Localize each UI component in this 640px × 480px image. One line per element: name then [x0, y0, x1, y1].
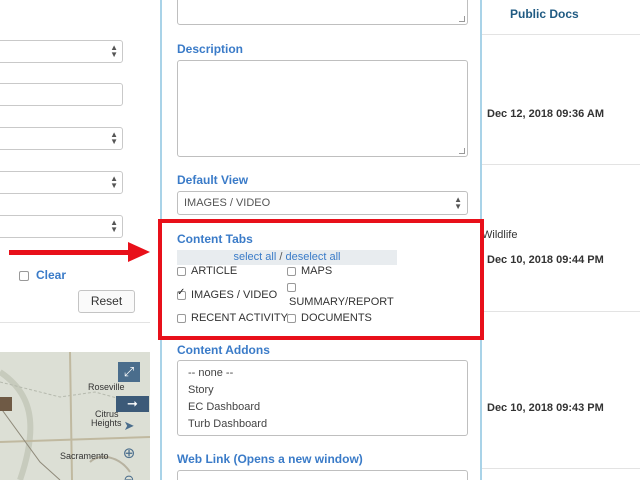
- map-label-sacramento: Sacramento: [60, 451, 109, 461]
- default-view-label: Default View: [177, 173, 249, 187]
- description-label: Description: [177, 42, 244, 56]
- resize-handle-icon[interactable]: [459, 16, 465, 22]
- select-arrows-icon: ▲ ▼: [110, 43, 118, 59]
- row-divider: [482, 468, 640, 469]
- arrow-right-icon[interactable]: ➞: [116, 396, 149, 412]
- resize-handle-icon[interactable]: [459, 148, 465, 154]
- filter-select-3[interactable]: ▲ ▼: [0, 171, 123, 194]
- results-column: Public Docs Dec 12, 2018 09:36 AM Wildli…: [482, 0, 640, 480]
- map-label-heights: Heights: [91, 418, 122, 428]
- cursor-icon[interactable]: ➤: [118, 416, 140, 436]
- content-addons-listbox[interactable]: -- none -- Story EC Dashboard Turb Dashb…: [177, 360, 468, 436]
- filter-input[interactable]: [0, 83, 123, 106]
- row-divider: [482, 311, 640, 312]
- map-view[interactable]: Roseville Citrus Heights Sacramento ⤢ ➞ …: [0, 352, 150, 480]
- row-date: Dec 12, 2018 09:36 AM: [487, 108, 604, 120]
- map-label-roseville: Roseville: [88, 382, 125, 392]
- annotation-arrow-shaft: [9, 250, 129, 255]
- row-extra-text: Wildlife: [482, 229, 518, 241]
- filter-select-1[interactable]: ▲ ▼: [0, 40, 123, 63]
- select-arrows-icon: ▲ ▼: [110, 218, 118, 234]
- filter-select-2[interactable]: ▲ ▼: [0, 127, 123, 150]
- select-arrows-icon: ▲ ▼: [110, 174, 118, 190]
- select-arrows-icon: ▲ ▼: [110, 130, 118, 146]
- addon-option[interactable]: Story: [188, 384, 214, 396]
- row-date: Dec 10, 2018 09:43 PM: [487, 402, 604, 414]
- default-view-select[interactable]: IMAGES / VIDEO ▲ ▼: [177, 191, 468, 215]
- reset-button[interactable]: Reset: [78, 290, 135, 313]
- web-link-input[interactable]: [177, 470, 468, 480]
- filter-select-4[interactable]: ▲ ▼: [0, 215, 123, 238]
- zoom-in-icon[interactable]: ⊕: [118, 444, 140, 464]
- title-textarea[interactable]: [177, 0, 468, 25]
- default-view-value: IMAGES / VIDEO: [184, 197, 271, 209]
- expand-icon[interactable]: ⤢: [118, 362, 140, 382]
- clear-checkbox[interactable]: [19, 271, 29, 281]
- addon-option[interactable]: -- none --: [188, 367, 233, 379]
- addon-option[interactable]: EC Dashboard: [188, 401, 260, 413]
- select-arrows-icon: ▲ ▼: [454, 195, 462, 211]
- divider: [0, 322, 150, 323]
- clear-link[interactable]: Clear: [36, 268, 66, 282]
- zoom-out-icon[interactable]: ⊖: [118, 470, 140, 480]
- annotation-arrow-icon: [128, 242, 150, 262]
- web-link-label: Web Link (Opens a new window): [177, 452, 363, 466]
- addon-option[interactable]: Turb Dashboard: [188, 418, 267, 430]
- row-divider: [482, 34, 640, 35]
- public-docs-header[interactable]: Public Docs: [510, 7, 579, 21]
- content-addons-label: Content Addons: [177, 343, 270, 357]
- annotation-highlight-box: [158, 219, 484, 340]
- description-textarea[interactable]: [177, 60, 468, 157]
- row-divider: [482, 164, 640, 165]
- row-date: Dec 10, 2018 09:44 PM: [487, 254, 604, 266]
